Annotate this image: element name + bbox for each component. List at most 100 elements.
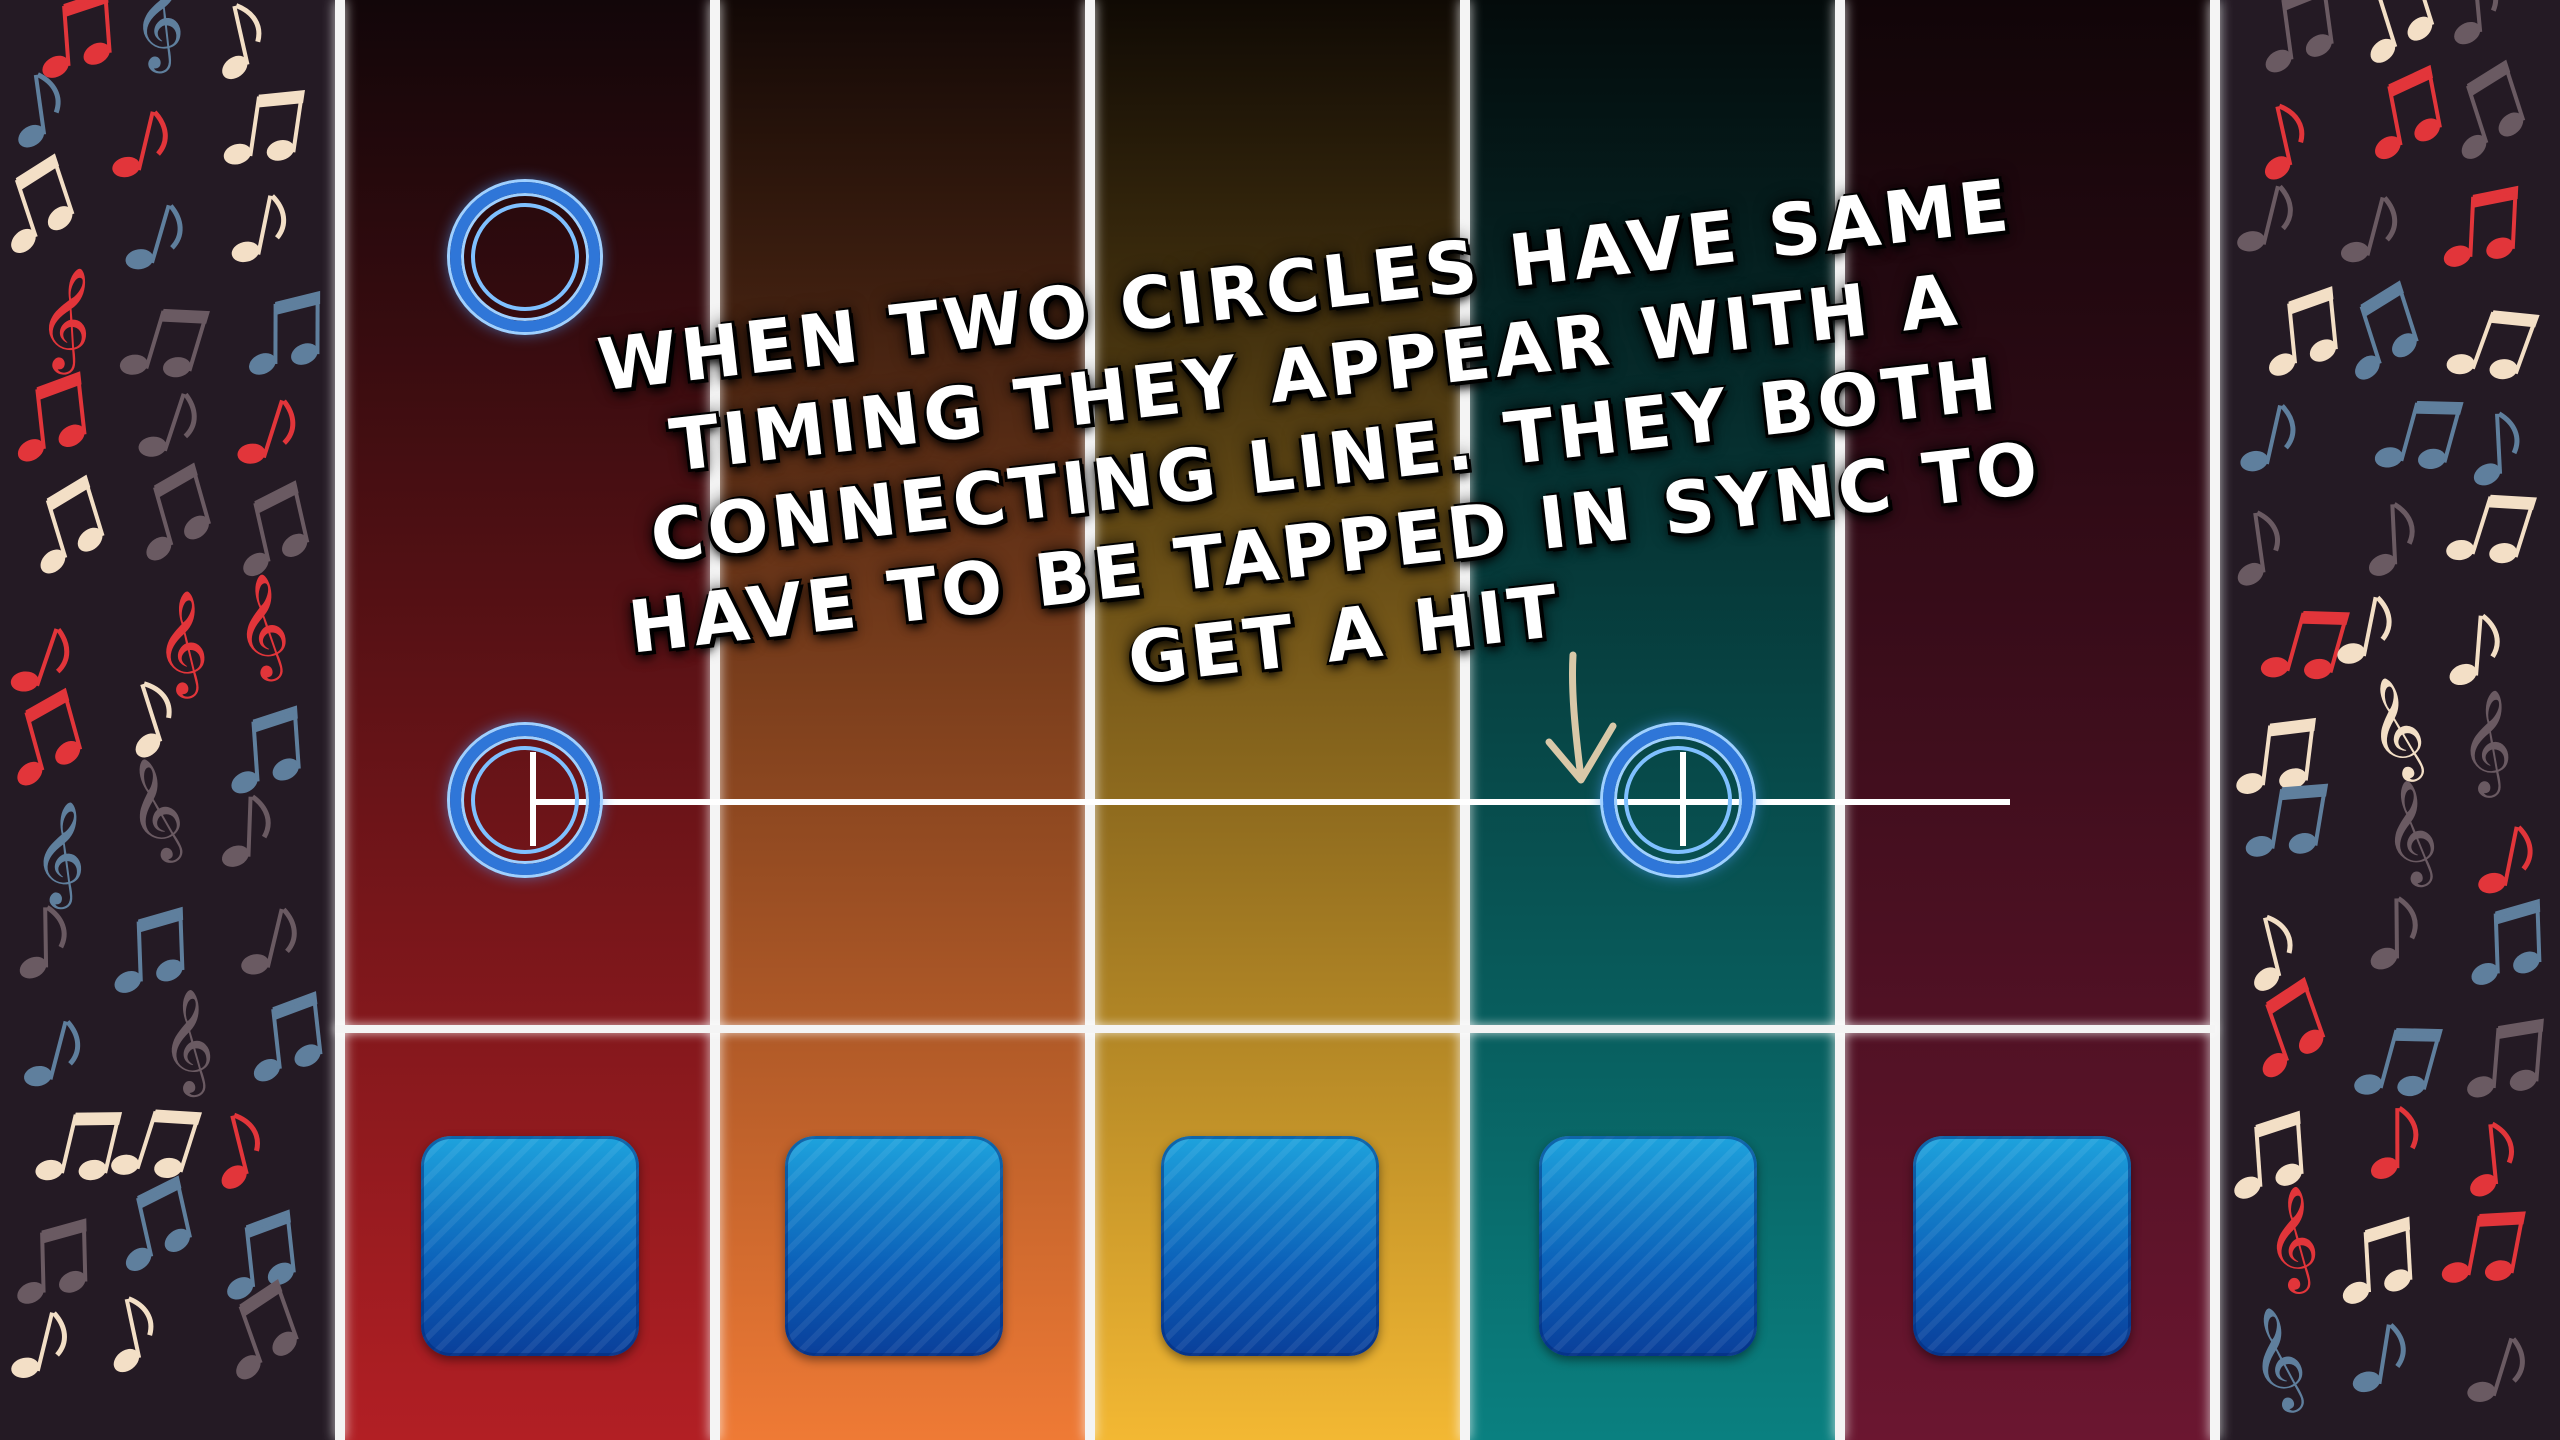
svg-text:𝄞: 𝄞 (2262, 1183, 2323, 1296)
tap-pad-5[interactable] (1913, 1136, 2131, 1356)
music-note-icon (221, 1112, 260, 1189)
music-note-icon (113, 1296, 154, 1373)
music-note-icon (222, 3, 262, 80)
music-note-icon (2368, 502, 2415, 576)
music-note-icon (2269, 286, 2338, 376)
music-note-icon (125, 1175, 192, 1272)
treble-clef-icon: 𝄞 (2262, 1183, 2323, 1296)
treble-clef-icon: 𝄞 (32, 262, 99, 377)
lane-divider (335, 0, 345, 1440)
svg-text:𝄞: 𝄞 (111, 751, 196, 871)
svg-text:𝄞: 𝄞 (128, 0, 190, 75)
svg-text:𝄞: 𝄞 (2235, 1301, 2317, 1421)
music-note-icon (2240, 404, 2296, 472)
music-note-icon (2370, 896, 2418, 970)
treble-clef-icon: 𝄞 (128, 0, 190, 75)
treble-clef-icon: 𝄞 (2373, 775, 2446, 892)
music-note-icon (2446, 310, 2540, 380)
sync-marker (1680, 752, 1686, 846)
svg-text:𝄞: 𝄞 (32, 262, 99, 377)
svg-text:𝄞: 𝄞 (2373, 775, 2446, 892)
music-note-icon (2264, 103, 2305, 180)
music-note-icon (2260, 611, 2350, 680)
music-note-icon (42, 0, 112, 78)
treble-clef-icon: 𝄞 (2351, 670, 2437, 790)
note-circle-sync (1603, 725, 1753, 875)
svg-text:𝄞: 𝄞 (30, 798, 90, 910)
music-note-icon (11, 1311, 67, 1378)
music-pattern-right: 𝄞 𝄞 𝄞 𝄞 𝄞 (2225, 0, 2560, 1440)
music-note-icon (2467, 1018, 2544, 1098)
music-note-icon (2443, 185, 2519, 267)
svg-text:𝄞: 𝄞 (156, 987, 217, 1100)
music-note-icon (24, 1020, 81, 1087)
treble-clef-icon: 𝄞 (111, 751, 196, 871)
music-note-icon (2467, 1337, 2525, 1402)
music-note-icon (35, 1112, 123, 1181)
sync-marker (530, 752, 536, 846)
music-pattern-left: 𝄞 𝄞 𝄞 𝄞 𝄞 𝄞 𝄞 (0, 0, 335, 1440)
music-note-icon (223, 90, 305, 165)
music-note-icon (112, 110, 168, 178)
music-note-icon (2461, 59, 2526, 159)
music-note-icon (17, 687, 83, 786)
music-note-icon (253, 991, 323, 1082)
music-note-icon (17, 1218, 88, 1304)
music-note-icon (2237, 510, 2280, 586)
music-note-icon (236, 1278, 299, 1380)
svg-text:𝄞: 𝄞 (228, 570, 295, 685)
music-note-icon (2470, 1121, 2514, 1197)
music-note-icon (2454, 0, 2499, 45)
note-circle-sync (450, 725, 600, 875)
music-note-icon (2441, 1211, 2526, 1283)
treble-clef-icon: 𝄞 (228, 570, 295, 685)
music-note-icon (243, 480, 310, 577)
svg-text:𝄞: 𝄞 (2459, 688, 2515, 798)
music-note-icon (2375, 64, 2442, 160)
music-note-icon (237, 399, 296, 464)
music-note-icon (2473, 411, 2520, 486)
down-arrow-icon (1545, 651, 1617, 784)
tap-pad-2[interactable] (785, 1136, 1003, 1356)
music-note-icon (146, 462, 211, 561)
treble-clef-icon: 𝄞 (156, 987, 217, 1100)
music-note-icon (2342, 1216, 2413, 1304)
treble-clef-icon: 𝄞 (153, 589, 210, 700)
music-note-icon (18, 72, 61, 148)
tap-pad-1[interactable] (421, 1136, 639, 1356)
music-note-icon (11, 153, 75, 254)
lane-divider (2210, 0, 2220, 1440)
music-note-icon (2374, 400, 2464, 470)
tap-pad-4[interactable] (1539, 1136, 1757, 1356)
music-note-icon (17, 371, 87, 462)
music-note-icon (114, 906, 185, 993)
music-note-icon (231, 705, 301, 794)
svg-text:𝄞: 𝄞 (2351, 670, 2437, 790)
music-note-icon (2478, 825, 2533, 894)
music-note-icon (2446, 494, 2537, 564)
music-note-icon (2449, 613, 2500, 686)
lane-divider (1460, 0, 1470, 1440)
music-note-icon (231, 194, 287, 263)
tap-pad-3[interactable] (1161, 1136, 1379, 1356)
music-note-icon (40, 474, 105, 574)
music-note-icon (2370, 1106, 2419, 1179)
music-note-icon (119, 308, 210, 378)
hit-line (335, 1025, 2215, 1033)
treble-clef-icon: 𝄞 (30, 798, 90, 910)
music-note-icon (2237, 184, 2293, 252)
music-note-icon (2354, 1028, 2443, 1097)
svg-text:𝄞: 𝄞 (153, 589, 210, 700)
treble-clef-icon: 𝄞 (2459, 688, 2515, 798)
music-note-icon (227, 1209, 296, 1300)
lane-divider (1085, 0, 1095, 1440)
music-note-icon (2471, 898, 2542, 985)
music-note-icon (111, 1109, 203, 1179)
music-note-icon (125, 204, 183, 270)
music-note-icon (221, 794, 271, 867)
music-note-icon (2355, 280, 2419, 380)
music-note-icon (2262, 976, 2326, 1078)
sync-connector-line (530, 799, 2010, 805)
note-circle (450, 182, 600, 332)
treble-clef-icon: 𝄞 (2235, 1301, 2317, 1421)
